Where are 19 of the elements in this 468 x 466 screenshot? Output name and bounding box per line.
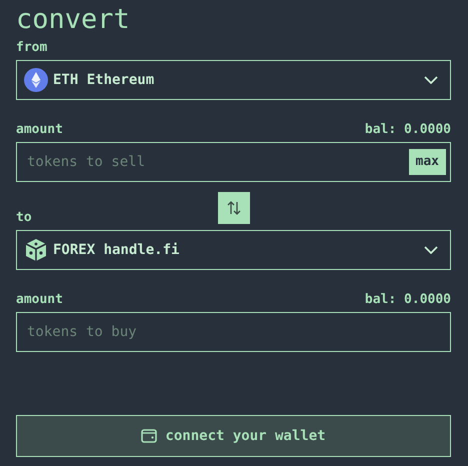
field-label: from	[16, 40, 48, 56]
field-label: amount	[16, 122, 63, 138]
ethereum-icon	[24, 68, 48, 92]
swap-button[interactable]	[218, 192, 250, 224]
amount-field[interactable]: tokens to buy	[16, 312, 451, 352]
token-select[interactable]: FOREX handle.fi	[16, 230, 451, 270]
page-title: convert	[16, 3, 131, 37]
token-select[interactable]: ETH Ethereum	[16, 60, 451, 100]
wallet-icon	[141, 429, 158, 443]
dice-icon	[24, 238, 48, 262]
chevron-down-icon	[424, 76, 438, 84]
balance-text: bal: 0.0000	[364, 292, 451, 308]
field-label: to	[16, 210, 32, 226]
balance-text: bal: 0.0000	[364, 122, 451, 138]
swap-arrows-icon	[226, 201, 240, 215]
field-label: amount	[16, 292, 63, 308]
chevron-down-icon	[424, 246, 438, 254]
max-button[interactable]: max	[408, 149, 446, 175]
connect-wallet-button[interactable]: connect your wallet	[16, 415, 451, 457]
